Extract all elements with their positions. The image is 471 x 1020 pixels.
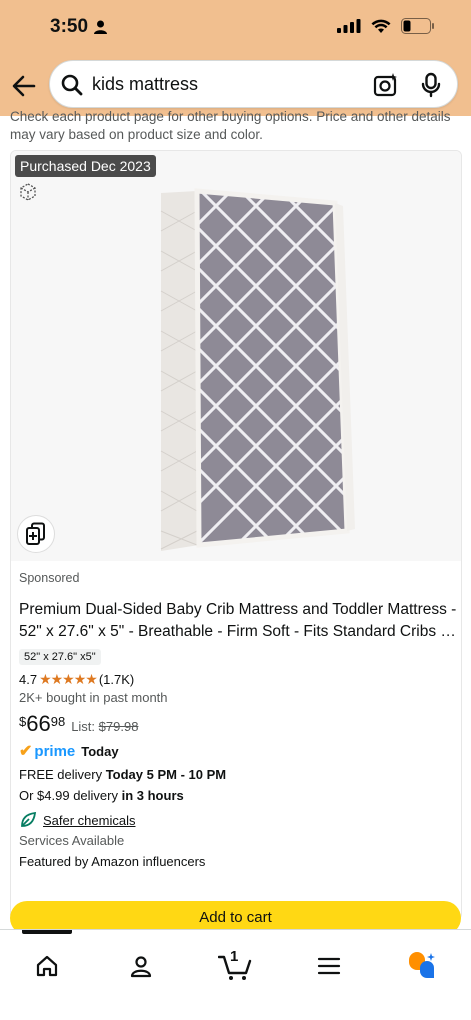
- rating-row[interactable]: 4.7 ★★★★★ (1.7K): [19, 671, 457, 688]
- nav-rufus[interactable]: [400, 944, 444, 988]
- sponsored-label: Sponsored: [19, 571, 80, 585]
- prime-today: Today: [81, 743, 119, 759]
- search-row: kids mattress: [0, 60, 471, 110]
- delivery-paid: Or $4.99 delivery in 3 hours: [19, 788, 457, 803]
- account-icon: [130, 956, 152, 978]
- cart-count: 1: [230, 948, 239, 965]
- compare-button[interactable]: [17, 515, 55, 553]
- price: $ 66 98 List: $79.98: [19, 711, 457, 737]
- compare-icon: [26, 522, 45, 545]
- home-icon: [36, 955, 58, 977]
- safer-chemicals-link[interactable]: Safer chemicals: [43, 813, 135, 828]
- product-card[interactable]: Purchased Dec 2023 Sponsored Premium Dua…: [10, 150, 462, 920]
- rating-value: 4.7: [19, 672, 38, 687]
- prime-check-icon: ✔: [19, 743, 33, 760]
- delivery-free: FREE delivery Today 5 PM - 10 PM: [19, 767, 457, 782]
- services-available: Services Available: [19, 833, 125, 848]
- status-bar: 3:50: [0, 0, 471, 56]
- back-button[interactable]: [10, 72, 38, 100]
- product-info: Sponsored Premium Dual-Sided Baby Crib M…: [19, 571, 457, 869]
- status-icons: [337, 18, 435, 34]
- list-price-value: $79.98: [98, 719, 139, 734]
- prime-row: ✔ prime Today: [19, 741, 457, 761]
- size-chip: 52" x 27.6" x5": [19, 649, 101, 665]
- search-input[interactable]: kids mattress: [49, 60, 458, 108]
- back-arrow-icon: [12, 75, 36, 97]
- delivery-free-window: Today 5 PM - 10 PM: [105, 767, 227, 782]
- product-image[interactable]: Purchased Dec 2023: [11, 151, 461, 561]
- results-disclaimer: Check each product page for other buying…: [10, 109, 451, 142]
- mattress-image: [160, 188, 355, 551]
- menu-icon: [317, 957, 341, 975]
- prime-logo: prime: [34, 742, 76, 760]
- safer-chemicals[interactable]: Safer chemicals: [19, 811, 457, 829]
- purchased-badge: Purchased Dec 2023: [15, 155, 156, 177]
- delivery-paid-prefix: Or $4.99 delivery: [19, 788, 122, 803]
- price-fraction: 98: [50, 714, 66, 729]
- person-icon: [94, 20, 108, 34]
- search-query: kids mattress: [92, 74, 199, 94]
- nav-active-indicator: [22, 930, 72, 934]
- camera-lens-icon[interactable]: [373, 72, 399, 98]
- product-title-line1: Premium Dual-Sided Baby Crib Mattress an…: [19, 601, 457, 618]
- product-title[interactable]: Premium Dual-Sided Baby Crib Mattress an…: [19, 599, 457, 643]
- delivery-paid-window: in 3 hours: [121, 788, 184, 803]
- price-currency: $: [19, 714, 27, 729]
- delivery-free-prefix: FREE delivery: [19, 767, 106, 782]
- list-label: List:: [71, 719, 96, 734]
- bought-past-month: 2K+ bought in past month: [19, 690, 168, 705]
- search-icon: [61, 74, 83, 96]
- leaf-icon: [21, 811, 37, 827]
- wifi-icon: [371, 19, 391, 33]
- nav-account[interactable]: [119, 944, 163, 988]
- price-whole: 66: [26, 711, 51, 736]
- 3d-view-icon[interactable]: [19, 183, 37, 201]
- featured-by-influencers: Featured by Amazon influencers: [19, 854, 206, 869]
- star-rating-icon: ★★★★★: [39, 671, 98, 687]
- status-time: 3:50: [50, 16, 108, 38]
- nav-cart[interactable]: 1: [213, 944, 257, 988]
- nav-home[interactable]: [25, 944, 69, 988]
- review-count: (1.7K): [98, 672, 135, 687]
- bottom-nav: 1: [0, 929, 471, 1020]
- product-title-line2: 52" x 27.6" x 5" - Breathable - Firm Sof…: [19, 623, 457, 640]
- clock: 3:50: [50, 16, 89, 37]
- list-price: List: $79.98: [71, 719, 138, 734]
- microphone-icon[interactable]: [419, 72, 443, 98]
- app-header: 3:50 kids mattress: [0, 0, 471, 116]
- battery-icon: [401, 18, 434, 34]
- cellular-signal-icon: [337, 19, 361, 33]
- nav-menu[interactable]: [307, 944, 351, 988]
- rufus-assistant-icon: [409, 952, 435, 978]
